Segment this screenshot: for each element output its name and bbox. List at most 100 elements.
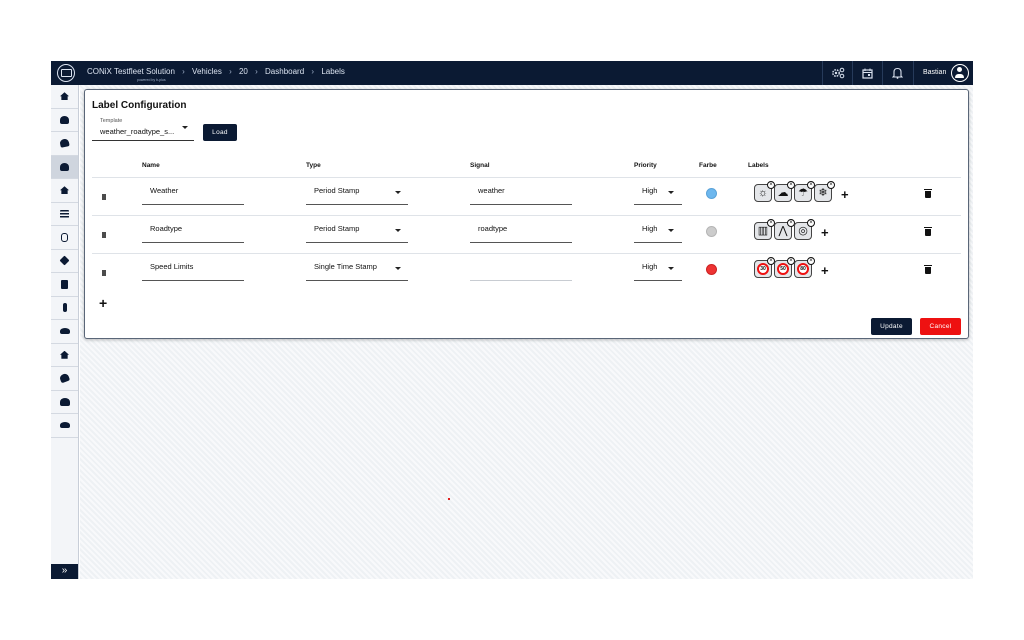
landscape-icon (60, 186, 69, 195)
color-swatch[interactable] (706, 264, 717, 275)
type-select[interactable]: Period Stamp (306, 221, 408, 243)
priority-select[interactable]: High (634, 183, 682, 205)
priority-select[interactable]: High (634, 259, 682, 281)
column-header-farbe: Farbe (699, 162, 717, 169)
app-name[interactable]: CONiX Testfleet Solution (87, 67, 175, 76)
sidebar-item-vehicle-side[interactable] (51, 320, 78, 344)
chevron-down-icon (395, 229, 401, 232)
powered-by: powered by b-plus (137, 78, 166, 82)
speed-limit-sign-icon[interactable]: 80 × (794, 257, 815, 278)
sidebar-expand-button[interactable]: » (51, 564, 78, 579)
chevron-down-icon (395, 267, 401, 270)
cloud-icon[interactable]: ☁ × (774, 181, 795, 202)
double-chevron-right-icon: » (61, 565, 68, 576)
column-header-priority: Priority (634, 162, 657, 169)
breadcrumb-vehicle-id[interactable]: 20 (239, 67, 248, 76)
bell-icon (892, 67, 903, 79)
table-row: Weather Period Stamp weather High ☼ × ☁ × … (92, 177, 961, 215)
calendar-button[interactable] (852, 61, 882, 85)
add-label-button[interactable]: + (821, 263, 829, 278)
country-road-icon[interactable]: ◎ × (794, 219, 815, 240)
sidebar-item-garage[interactable] (51, 344, 78, 367)
signal-field[interactable]: weather (470, 183, 572, 205)
update-button[interactable]: Update (871, 318, 912, 335)
breadcrumb-separator-icon: › (182, 67, 185, 76)
signal-field[interactable]: roadtype (470, 221, 572, 243)
template-select[interactable]: weather_roadtype_s... (92, 124, 194, 141)
color-swatch[interactable] (706, 188, 717, 199)
settings-button[interactable] (822, 61, 852, 85)
column-header-signal: Signal (470, 162, 490, 169)
clipboard-icon (61, 279, 68, 289)
sun-icon[interactable]: ☼ × (754, 181, 775, 202)
sidebar-item-fleet[interactable] (51, 132, 78, 156)
user-menu[interactable]: Bastian (913, 61, 973, 85)
city-icon[interactable]: ▥ × (754, 219, 775, 240)
breadcrumb: CONiX Testfleet Solution › Vehicles › 20… (87, 67, 350, 76)
drag-handle-icon[interactable] (102, 194, 106, 200)
cancel-button[interactable]: Cancel (920, 318, 961, 335)
delete-row-icon[interactable] (924, 227, 932, 236)
sidebar-item-cube[interactable] (51, 250, 78, 273)
app-logo-icon[interactable] (57, 64, 75, 82)
car-tilt-icon (59, 138, 70, 149)
add-row-button[interactable]: + (99, 295, 107, 311)
column-header-name: Name (142, 162, 160, 169)
sidebar-item-list[interactable] (51, 203, 78, 226)
load-button[interactable]: Load (203, 124, 237, 141)
type-select[interactable]: Period Stamp (306, 183, 408, 205)
user-name: Bastian (923, 69, 947, 76)
page-title: Label Configuration (92, 100, 187, 111)
drag-handle-icon[interactable] (102, 270, 106, 276)
breadcrumb-separator-icon: › (229, 67, 232, 76)
label-chips: ▥ × ⋀ × ◎ × (754, 219, 815, 240)
add-label-button[interactable]: + (841, 187, 849, 202)
cursor-marker (448, 498, 450, 500)
remove-label-icon[interactable]: × (827, 181, 835, 189)
rain-icon[interactable]: ☂ × (794, 181, 815, 202)
breadcrumb-separator-icon: › (311, 67, 315, 76)
delete-row-icon[interactable] (924, 265, 932, 274)
label-chips: 30 × 50 × 80 × (754, 257, 815, 278)
type-select[interactable]: Single Time Stamp (306, 259, 408, 281)
remove-label-icon[interactable]: × (807, 219, 815, 227)
sidebar-item-sensor[interactable] (51, 297, 78, 320)
sidebar-item-chat[interactable] (51, 414, 78, 438)
label-configuration-card: Label Configuration Template weather_roa… (84, 89, 969, 339)
sidebar-item-clipboard[interactable] (51, 273, 78, 297)
label-chips: ☼ × ☁ × ☂ × ❄ × (754, 181, 835, 202)
add-label-button[interactable]: + (821, 225, 829, 240)
signal-field[interactable] (470, 259, 572, 281)
remove-label-icon[interactable]: × (807, 257, 815, 265)
breadcrumb-dashboard[interactable]: Dashboard (265, 67, 304, 76)
garage-icon (60, 350, 69, 359)
snowflake-icon[interactable]: ❄ × (814, 181, 835, 202)
delete-row-icon[interactable] (924, 189, 932, 198)
calendar-icon (862, 68, 873, 79)
sidebar-item-hand[interactable] (51, 367, 78, 391)
priority-select[interactable]: High (634, 221, 682, 243)
name-field[interactable]: Weather (142, 183, 244, 205)
breadcrumb-vehicles[interactable]: Vehicles (192, 67, 222, 76)
speed-limit-sign-icon[interactable]: 30 × (754, 257, 775, 278)
color-swatch[interactable] (706, 226, 717, 237)
users-icon (59, 397, 70, 406)
sidebar-item-landscape[interactable] (51, 179, 78, 203)
sidebar-item-capsule[interactable] (51, 226, 78, 250)
table-row: Roadtype Period Stamp roadtype High ▥ × ⋀… (92, 215, 961, 253)
template-value: weather_roadtype_s... (100, 127, 175, 136)
notifications-button[interactable] (882, 61, 912, 85)
drag-handle-icon[interactable] (102, 232, 106, 238)
app-window: CONiX Testfleet Solution › Vehicles › 20… (51, 61, 973, 579)
sidebar-item-home[interactable] (51, 85, 78, 109)
sidebar-item-vehicle[interactable] (51, 155, 78, 179)
sidebar-item-users[interactable] (51, 391, 78, 414)
thermometer-icon (62, 303, 67, 313)
sidebar-item-vehicles[interactable] (51, 109, 78, 132)
speed-limit-sign-icon[interactable]: 50 × (774, 257, 795, 278)
capsule-icon (61, 232, 68, 242)
vehicle-side-icon (59, 328, 70, 335)
highway-icon[interactable]: ⋀ × (774, 219, 795, 240)
name-field[interactable]: Speed Limits (142, 259, 244, 281)
name-field[interactable]: Roadtype (142, 221, 244, 243)
